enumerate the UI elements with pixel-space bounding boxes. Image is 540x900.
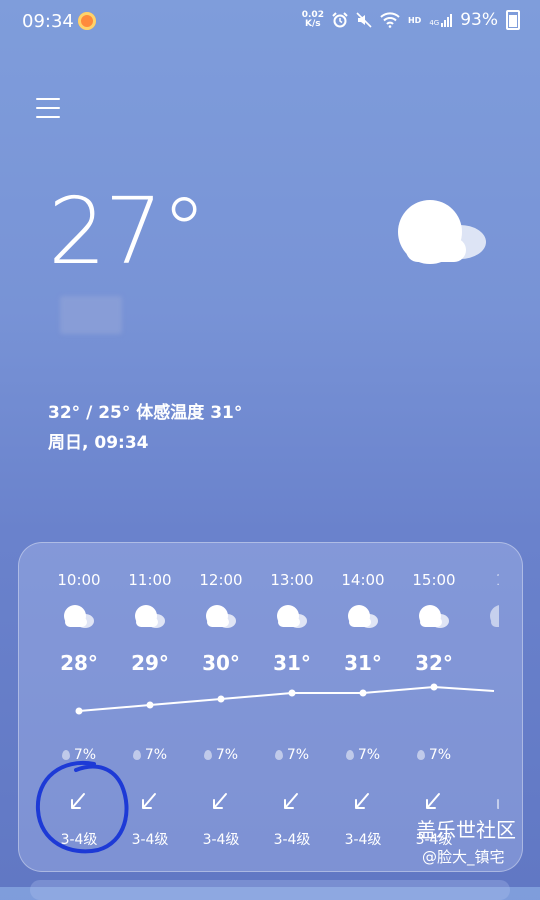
cloudy-icon <box>490 605 499 627</box>
weather-summary: 32° / 25° 体感温度 31° 周日, 09:34 <box>48 398 242 458</box>
location-name-blurred <box>60 296 122 334</box>
raindrop-icon <box>274 750 283 760</box>
wind-level: 3-4级 <box>202 832 240 848</box>
cloudy-icon <box>135 605 165 628</box>
raindrop-icon <box>416 750 425 760</box>
rain-chance-value: 7% <box>73 747 97 763</box>
wind-direction-icon <box>284 793 298 809</box>
hour-temperature: 28° <box>60 651 98 675</box>
rain-chance: 7% <box>189 747 253 763</box>
rain-chance-value: 7% <box>357 747 381 763</box>
status-time: 09:34 <box>22 11 74 32</box>
alarm-icon <box>332 12 348 28</box>
temperature-point <box>146 701 154 709</box>
wind-direction-icon <box>426 793 440 809</box>
wifi-icon <box>380 12 400 28</box>
rain-chance-value: 7% <box>215 747 239 763</box>
hour-time: 12:00 <box>199 571 243 589</box>
rain-chance-value: 7% <box>144 747 168 763</box>
hour-temperature: 3 <box>473 651 499 675</box>
hour-time: 10:00 <box>57 571 101 589</box>
cloudy-icon <box>398 200 486 264</box>
mute-icon <box>356 12 372 28</box>
hour-temperature: 29° <box>131 651 169 675</box>
cloudy-icon <box>348 605 378 628</box>
hour-temperature: 30° <box>202 651 240 675</box>
rain-chance-value: 7% <box>286 747 310 763</box>
temp-range-feels-like: 32° / 25° 体感温度 31° <box>48 403 243 423</box>
current-temperature: 27° <box>48 178 207 285</box>
temperature-point <box>430 683 438 691</box>
cloudy-icon <box>64 605 94 628</box>
wind-level: 3-4级 <box>273 832 311 848</box>
cloudy-icon <box>206 605 236 628</box>
app-notification-icon <box>78 12 96 30</box>
next-card-edge <box>30 880 510 900</box>
rain-chance: 7% <box>260 747 324 763</box>
raindrop-icon <box>61 750 70 760</box>
watermark-site: 盖乐世社区 <box>416 818 516 842</box>
battery-percent: 93% <box>460 10 498 30</box>
rain-chance: 7% <box>331 747 395 763</box>
menu-icon-line <box>36 98 60 100</box>
hour-time: 14:00 <box>341 571 385 589</box>
wind-direction-icon <box>142 793 156 809</box>
wind-direction-icon <box>213 793 227 809</box>
wind-level: 3-4级 <box>131 832 169 848</box>
wind-level: 3-4级 <box>60 832 98 848</box>
watermark-user: @脸大_镇宅 <box>422 848 505 866</box>
signal-label: 4G <box>429 13 453 27</box>
temperature-point <box>217 695 225 703</box>
menu-icon-line <box>36 116 60 118</box>
rain-chance-value: 7% <box>428 747 452 763</box>
raindrop-icon <box>132 750 141 760</box>
date-time: 周日, 09:34 <box>48 433 149 453</box>
hour-temperature: 31° <box>344 651 382 675</box>
hour-temperature: 31° <box>273 651 311 675</box>
signal-icon <box>441 13 453 27</box>
wind-level: 3-4级 <box>344 832 382 848</box>
rain-chance: 7% <box>118 747 182 763</box>
temperature-trend-line <box>75 683 495 715</box>
cloudy-icon <box>277 605 307 628</box>
wind-direction-icon <box>71 793 85 809</box>
hour-time: 15:00 <box>412 571 456 589</box>
wind-direction-icon <box>497 799 499 809</box>
network-speed-unit: K/s <box>305 19 321 29</box>
signal-type: 4G <box>429 18 440 27</box>
rain-chance: 7% <box>47 747 111 763</box>
hour-time: 11:00 <box>128 571 172 589</box>
menu-icon-line <box>36 107 60 109</box>
hd-label: HD <box>407 15 422 25</box>
temperature-point <box>75 707 83 715</box>
temperature-line <box>78 685 495 712</box>
wind-direction-icon <box>355 793 369 809</box>
rain-chance: 7% <box>402 747 466 763</box>
hour-time: 13:00 <box>270 571 314 589</box>
network-speed: 0.02 K/s <box>302 11 324 29</box>
rain-chance <box>473 747 499 763</box>
status-icons: 0.02 K/s HD 4G 93% <box>302 10 520 30</box>
cloudy-icon <box>419 605 449 628</box>
hour-temperature: 32° <box>415 651 453 675</box>
menu-button[interactable] <box>36 98 60 120</box>
status-bar: 09:34 0.02 K/s HD 4G 93% <box>0 0 540 44</box>
temperature-point <box>288 689 296 697</box>
hour-time: 16 <box>473 571 499 589</box>
battery-icon <box>506 10 520 30</box>
raindrop-icon <box>203 750 212 760</box>
temperature-point <box>359 689 367 697</box>
raindrop-icon <box>345 750 354 760</box>
